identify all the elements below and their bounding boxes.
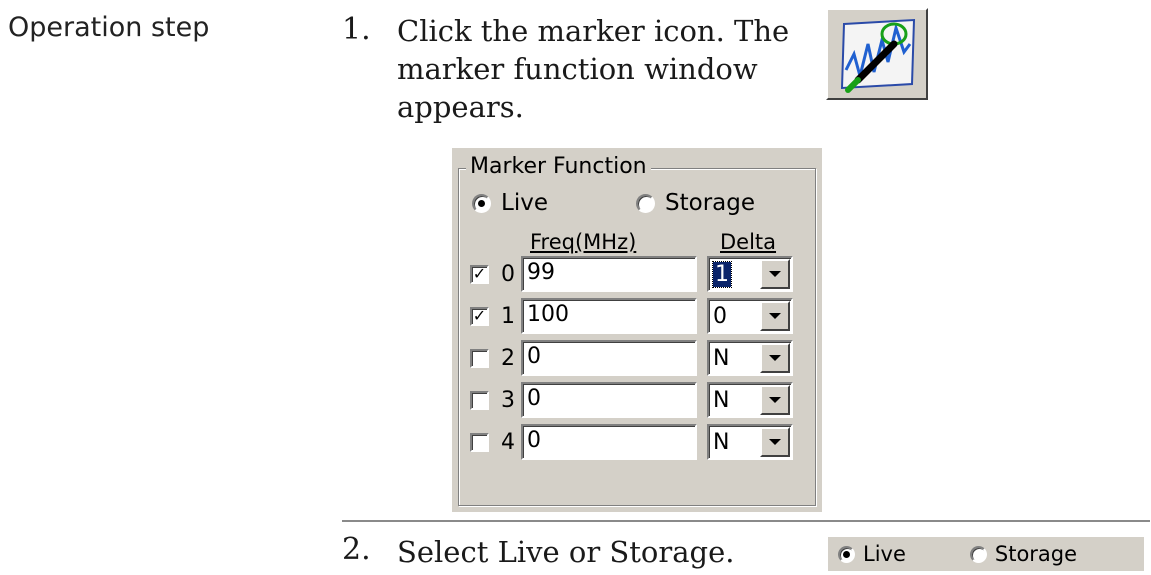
marker-2-delta-select[interactable]: N bbox=[707, 340, 793, 376]
marker-3-index: 3 bbox=[501, 387, 515, 413]
marker-0-delta-select[interactable]: 1 bbox=[707, 256, 793, 292]
marker-4-index: 4 bbox=[501, 429, 515, 455]
marker-0-checkbox[interactable]: ✓ bbox=[470, 264, 489, 284]
marker-4-delta-value: N bbox=[713, 429, 730, 455]
section-divider bbox=[342, 520, 1150, 522]
step-2-number: 2. bbox=[342, 532, 371, 567]
marker-1-delta-value: 0 bbox=[713, 303, 727, 329]
marker-0-delta-value: 1 bbox=[709, 260, 760, 288]
marker-1-checkbox[interactable]: ✓ bbox=[470, 306, 489, 326]
marker-1-index: 1 bbox=[501, 303, 515, 329]
chevron-down-icon[interactable] bbox=[760, 301, 790, 331]
live-radio[interactable]: Live bbox=[472, 190, 548, 216]
live-label: Live bbox=[501, 190, 548, 216]
delta-column-header: Delta bbox=[720, 230, 777, 254]
storage-label: Storage bbox=[665, 190, 755, 216]
marker-2-checkbox[interactable] bbox=[470, 348, 489, 368]
radio-selected-icon bbox=[838, 545, 855, 563]
marker-4-freq-input[interactable]: 0 bbox=[521, 424, 697, 460]
step-1-line-2: marker function window bbox=[397, 52, 758, 86]
chevron-down-icon[interactable] bbox=[760, 343, 790, 373]
marker-function-panel: Marker Function Live Storage Freq(MHz) D… bbox=[452, 148, 822, 512]
marker-3-delta-value: N bbox=[713, 387, 730, 413]
marker-row-4: 4 0 N bbox=[470, 422, 793, 462]
freq-column-header: Freq(MHz) bbox=[530, 230, 637, 254]
marker-0-delta-selected-text: 1 bbox=[712, 260, 732, 288]
marker-icon-graphic bbox=[840, 18, 916, 93]
marker-1-delta-select[interactable]: 0 bbox=[707, 298, 793, 334]
chevron-down-icon[interactable] bbox=[760, 385, 790, 415]
marker-1-freq-input[interactable]: 100 bbox=[521, 298, 697, 334]
marker-row-1: ✓ 1 100 0 bbox=[470, 296, 793, 336]
marker-4-delta-select[interactable]: N bbox=[707, 424, 793, 460]
chevron-down-icon[interactable] bbox=[760, 259, 790, 289]
step-1-line-1: Click the marker icon. The bbox=[397, 14, 790, 48]
marker-0-freq-input[interactable]: 99 bbox=[521, 256, 697, 292]
chevron-down-icon[interactable] bbox=[760, 427, 790, 457]
marker-3-checkbox[interactable] bbox=[470, 390, 489, 410]
step-2-text: Select Live or Storage. bbox=[397, 533, 735, 571]
marker-3-delta-select[interactable]: N bbox=[707, 382, 793, 418]
section-label: Operation step bbox=[8, 12, 210, 43]
marker-row-3: 3 0 N bbox=[470, 380, 793, 420]
marker-4-checkbox[interactable] bbox=[470, 432, 489, 452]
step-1-text: Click the marker icon. The marker functi… bbox=[397, 12, 789, 126]
live-storage-strip: Live Storage bbox=[828, 537, 1144, 571]
step-1-line-3: appears. bbox=[397, 90, 524, 124]
marker-row-2: 2 0 N bbox=[470, 338, 793, 378]
marker-row-0: ✓ 0 99 1 bbox=[470, 254, 793, 294]
marker-icon[interactable] bbox=[826, 8, 928, 100]
panel-title: Marker Function bbox=[466, 154, 651, 179]
radio-empty-icon bbox=[969, 545, 987, 563]
step-2-line-1: Select Live or Storage. bbox=[397, 535, 735, 569]
radio-selected-icon bbox=[472, 193, 491, 213]
radio-empty-icon bbox=[636, 193, 655, 213]
strip-storage-label: Storage bbox=[994, 542, 1078, 566]
marker-2-delta-value: N bbox=[713, 345, 730, 371]
marker-0-index: 0 bbox=[501, 261, 515, 287]
marker-2-index: 2 bbox=[501, 345, 515, 371]
marker-3-freq-input[interactable]: 0 bbox=[521, 382, 697, 418]
strip-storage-radio[interactable]: Storage bbox=[969, 542, 1078, 566]
storage-radio[interactable]: Storage bbox=[636, 190, 755, 216]
step-1-number: 1. bbox=[342, 12, 371, 47]
marker-2-freq-input[interactable]: 0 bbox=[521, 340, 697, 376]
strip-live-label: Live bbox=[863, 542, 906, 566]
strip-live-radio[interactable]: Live bbox=[838, 542, 906, 566]
